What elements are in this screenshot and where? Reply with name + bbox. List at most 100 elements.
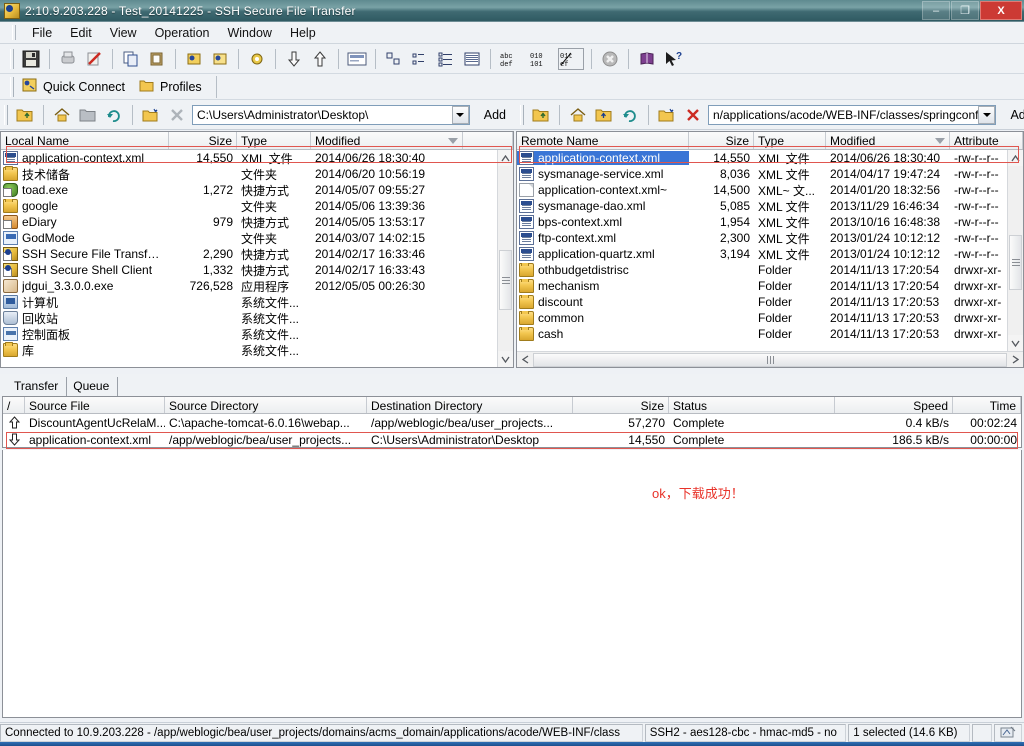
remote-path-dropdown-icon[interactable] [978, 105, 996, 124]
remote-scroll-up-icon[interactable] [1008, 150, 1023, 166]
view-list-icon[interactable] [435, 48, 457, 70]
tab-transfer[interactable]: Transfer [8, 377, 68, 396]
transfer-col-status[interactable]: Status [669, 397, 835, 413]
remote-col-modified[interactable]: Modified [826, 132, 950, 149]
file-name-cell[interactable]: othbudgetdistrisc [517, 263, 689, 277]
remote-col-type[interactable]: Type [754, 132, 826, 149]
close-button[interactable]: X [980, 1, 1022, 20]
local-vertical-scrollbar[interactable] [497, 150, 513, 367]
menu-item-window[interactable]: Window [218, 24, 280, 42]
table-row[interactable]: bps-context.xml 1,954 XML 文件 2013/10/16 16:… [517, 214, 1023, 230]
menu-item-file[interactable]: File [23, 24, 61, 42]
file-name-cell[interactable]: 控制面板 [1, 326, 169, 343]
file-name-cell[interactable]: common [517, 311, 689, 325]
quick-connect-button[interactable]: Quick Connect [18, 76, 135, 97]
file-name-cell[interactable]: application-context.xml [1, 151, 169, 165]
local-path-dropdown-icon[interactable] [451, 105, 469, 124]
file-name-cell[interactable]: jdgui_3.3.0.0.exe [1, 279, 169, 293]
local-scroll-up-icon[interactable] [498, 150, 513, 166]
local-new-window-icon[interactable] [140, 104, 162, 126]
file-name-cell[interactable]: 技术储备 [1, 166, 169, 183]
copy-icon[interactable] [120, 48, 142, 70]
table-row[interactable]: GodMode 文件夹 2014/03/07 14:02:15 [1, 230, 513, 246]
remote-scroll-left-icon[interactable] [517, 352, 533, 367]
paste-icon[interactable] [146, 48, 168, 70]
table-row[interactable]: application-context.xml 14,550 XML 文件 2014/… [517, 150, 1023, 166]
table-row[interactable]: ftp-context.xml 2,300 XML 文件 2013/01/24 10:… [517, 230, 1023, 246]
transfer-col-direction[interactable]: / [3, 397, 25, 413]
local-refresh-icon[interactable] [103, 104, 125, 126]
local-col-modified[interactable]: Modified [311, 132, 463, 149]
upload-icon[interactable] [309, 48, 331, 70]
file-name-cell[interactable]: SSH Secure Shell Client [1, 263, 169, 277]
save-icon[interactable] [20, 48, 42, 70]
minimize-button[interactable]: – [922, 1, 950, 20]
new-connect-icon[interactable] [183, 48, 205, 70]
transfer-col-dest-dir[interactable]: Destination Directory [367, 397, 573, 413]
table-row[interactable]: eDiary 979 快捷方式 2014/05/05 13:53:17 [1, 214, 513, 230]
print-preview-icon[interactable] [83, 48, 105, 70]
table-row[interactable]: mechanism Folder 2014/11/13 17:20:54 drwxr-… [517, 278, 1023, 294]
transfer-col-size[interactable]: Size [573, 397, 669, 413]
remote-home-icon[interactable] [567, 104, 589, 126]
local-file-list[interactable]: application-context.xml 14,550 XML 文件 2014/… [1, 150, 513, 361]
remote-new-window-icon[interactable] [656, 104, 678, 126]
remote-scroll-thumb[interactable] [1009, 235, 1022, 290]
file-name-cell[interactable]: 回收站 [1, 310, 169, 327]
table-row[interactable]: 回收站 系统文件... [1, 310, 513, 326]
file-name-cell[interactable]: GodMode [1, 231, 169, 245]
transfer-col-time[interactable]: Time [953, 397, 1021, 413]
menu-item-view[interactable]: View [101, 24, 146, 42]
local-col-name[interactable]: Local Name [1, 132, 169, 149]
file-name-cell[interactable]: bps-context.xml [517, 215, 689, 229]
table-row[interactable]: toad.exe 1,272 快捷方式 2014/05/07 09:55:27 [1, 182, 513, 198]
context-help-icon[interactable]: ? [662, 48, 688, 70]
table-row[interactable]: SSH Secure Shell Client 1,332 快捷方式 2014/02/… [1, 262, 513, 278]
remote-scroll-down-icon[interactable] [1008, 335, 1023, 351]
remote-refresh-icon[interactable] [619, 104, 641, 126]
menu-item-edit[interactable]: Edit [61, 24, 101, 42]
tab-queue[interactable]: Queue [67, 377, 119, 396]
local-add-button[interactable]: Add [474, 108, 516, 122]
remote-col-attribute[interactable]: Attribute [950, 132, 1023, 149]
transfer-col-source-dir[interactable]: Source Directory [165, 397, 367, 413]
table-row[interactable]: application-context.xml 14,550 XML 文件 2014/… [1, 150, 513, 166]
transfer-col-source-file[interactable]: Source File [25, 397, 165, 413]
table-row[interactable]: 库 系统文件... [1, 342, 513, 358]
view-details-icon[interactable] [461, 48, 483, 70]
file-name-cell[interactable]: google [1, 199, 169, 213]
local-up-one-level-icon[interactable] [14, 104, 36, 126]
auto-transfer-icon[interactable]: 01t ef [558, 47, 584, 70]
local-col-type[interactable]: Type [237, 132, 311, 149]
table-row[interactable]: othbudgetdistrisc Folder 2014/11/13 17:20:… [517, 262, 1023, 278]
table-row[interactable]: application-quartz.xml 3,194 XML 文件 2013/01… [517, 246, 1023, 262]
disconnect-icon[interactable] [209, 48, 231, 70]
file-name-cell[interactable]: toad.exe [1, 183, 169, 197]
file-name-cell[interactable]: 计算机 [1, 294, 169, 311]
toolbar-grip[interactable] [10, 48, 14, 69]
view-largeicons-icon[interactable] [383, 48, 405, 70]
transfer-rows[interactable]: DiscountAgentUcRelaM... C:\apache-tomcat-… [3, 414, 1021, 448]
settings-icon[interactable] [246, 48, 268, 70]
table-row[interactable]: cash Folder 2014/11/13 17:20:53 drwxr-xr- [517, 326, 1023, 342]
remote-hscroll-thumb[interactable] [533, 352, 1007, 367]
remote-horizontal-scrollbar[interactable] [517, 351, 1023, 367]
remote-vertical-scrollbar[interactable] [1007, 150, 1023, 351]
file-name-cell[interactable]: ftp-context.xml [517, 231, 689, 245]
menu-grip[interactable] [12, 25, 16, 40]
table-row[interactable]: jdgui_3.3.0.0.exe 726,528 应用程序 2012/05/05 0… [1, 278, 513, 294]
file-name-cell[interactable]: cash [517, 327, 689, 341]
remote-up-one-level-icon[interactable] [530, 104, 552, 126]
toggle-local-pane-icon[interactable] [346, 48, 368, 70]
file-name-cell[interactable]: eDiary [1, 215, 169, 229]
file-name-cell[interactable]: application-context.xml~ [517, 183, 689, 197]
table-row[interactable]: 技术储备 文件夹 2014/06/20 10:56:19 [1, 166, 513, 182]
file-name-cell[interactable]: application-quartz.xml [517, 247, 689, 261]
stop-icon[interactable] [599, 48, 621, 70]
remote-path-grip[interactable] [520, 104, 524, 125]
transfer-row[interactable]: application-context.xml/app/weblogic/bea… [3, 431, 1021, 448]
local-delete-icon[interactable] [166, 104, 188, 126]
ascii-transfer-icon[interactable]: abc def [498, 48, 524, 70]
help-book-icon[interactable] [636, 48, 658, 70]
remote-delete-icon[interactable] [682, 104, 704, 126]
